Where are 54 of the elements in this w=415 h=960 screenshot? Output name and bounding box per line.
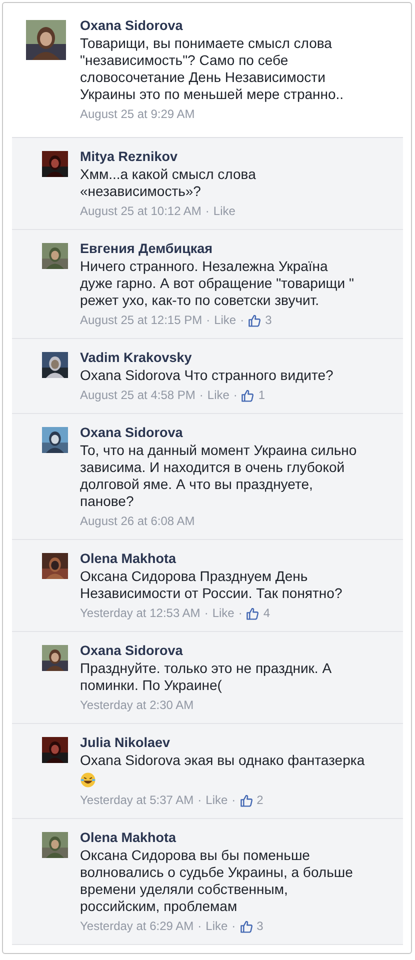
author-name[interactable]: Oxana Sidorova	[80, 424, 183, 442]
comment-text: Хмм...а какой смысл слова «независимость»?	[80, 166, 256, 200]
separator-dot: ·	[232, 918, 236, 935]
thumbs-up-icon	[246, 607, 260, 620]
thumbs-up-icon	[241, 389, 254, 402]
separator-dot: ·	[232, 792, 236, 809]
comment-text: Oxana Sidorova Что странного видите?	[80, 367, 334, 384]
comment-text: Оксана Сидорова вы бы поменьше волновались о судьбе Украины, а больше времени уделяли собственным, российским, проблемам	[80, 847, 353, 915]
author-name[interactable]: Oxana Sidorova	[80, 17, 183, 35]
separator-dot: ·	[199, 387, 204, 404]
thumbs-up-icon	[240, 920, 253, 933]
like-count: 1	[258, 387, 266, 404]
separator-dot: ·	[238, 605, 242, 622]
comment-text: Оксана Сидорова Празднуем День Независимости от России. Так понятно?	[80, 568, 342, 602]
separator-dot: ·	[198, 792, 202, 809]
like-link[interactable]: Like	[206, 792, 228, 809]
comment-time[interactable]: Yesterday at 2:30 AM	[80, 697, 194, 714]
like-link[interactable]: Like	[214, 312, 236, 329]
comment-time[interactable]: August 25 at 12:15 PM	[80, 312, 202, 329]
separator-dot: ·	[206, 312, 210, 329]
separator-dot: ·	[205, 203, 210, 220]
comment-time[interactable]: August 25 at 4:58 PM	[80, 387, 196, 404]
comment-text: То, что на данный момент Украина сильно зависима. И находится в очень глубокой долговой яме. А что вы празднуете, панове?	[80, 442, 357, 510]
comment-text: Ничего странного. Незалежна Украïна дуже гарно. А вот обращение "товарищи " режет ухо, как-то по советски звучит.	[80, 258, 354, 309]
comment-time[interactable]: Yesterday at 6:29 AM	[80, 918, 194, 935]
like-link[interactable]: Like	[213, 203, 236, 220]
thumbs-up-icon	[240, 794, 253, 807]
comment-time[interactable]: August 26 at 6:08 AM	[80, 513, 195, 530]
comment-text: Oxana Sidorova экая вы однако фантазерка	[80, 752, 365, 769]
separator-dot: ·	[233, 387, 238, 404]
thumbs-up-icon	[248, 314, 262, 327]
author-name[interactable]: Vadim Krakovsky	[80, 349, 192, 367]
comment-text: Празднуйте. только это не праздник. А поминки. По Украине(	[80, 660, 332, 694]
author-name[interactable]: Mitya Reznikov	[80, 148, 178, 166]
author-name[interactable]: Olena Makhota	[80, 550, 176, 568]
separator-dot: ·	[240, 312, 244, 329]
like-link[interactable]: Like	[212, 605, 234, 622]
separator-dot: ·	[198, 918, 202, 935]
author-name[interactable]: Olena Makhota	[80, 829, 176, 847]
like-count: 4	[263, 605, 270, 622]
separator-dot: ·	[204, 605, 208, 622]
author-name[interactable]: Евгения Дембицкая	[80, 240, 213, 258]
comment-time[interactable]: August 25 at 10:12 AM	[80, 203, 202, 220]
author-name[interactable]: Julia Nikolaev	[80, 734, 170, 752]
comment-time[interactable]: August 25 at 9:29 AM	[80, 106, 195, 123]
comment-time[interactable]: Yesterday at 12:53 AM	[80, 605, 200, 622]
like-count: 3	[265, 312, 272, 329]
comment-text: Товарищи, вы понимаете смысл слова "независимость"? Само по себе словосочетание День Независимости Украины это по меньшей мере странно..	[80, 35, 344, 103]
author-name[interactable]: Oxana Sidorova	[80, 642, 183, 660]
like-count: 2	[256, 792, 264, 809]
like-link[interactable]: Like	[206, 918, 228, 935]
comment-time[interactable]: Yesterday at 5:37 AM	[80, 792, 194, 809]
like-link[interactable]: Like	[207, 387, 230, 404]
like-count: 3	[256, 918, 264, 935]
